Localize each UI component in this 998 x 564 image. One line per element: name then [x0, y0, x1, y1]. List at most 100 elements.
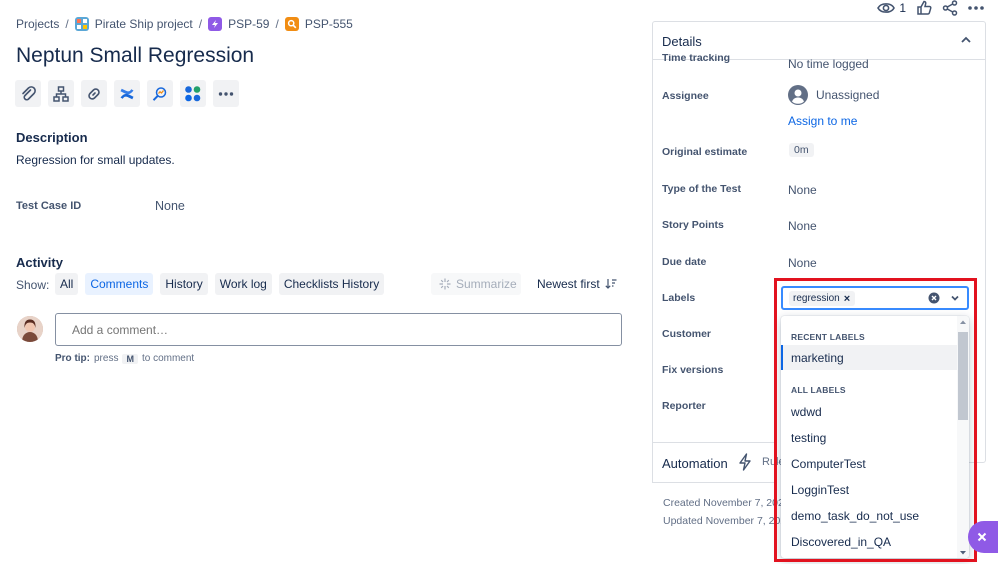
labels-select[interactable]: regression × — [781, 286, 969, 310]
assignee-value: Unassigned — [816, 88, 880, 102]
confluence-button[interactable] — [114, 80, 140, 107]
sort-order-button[interactable]: Newest first — [537, 277, 617, 291]
breadcrumb-project[interactable]: Pirate Ship project — [74, 17, 193, 31]
due-date-label: Due date — [662, 256, 707, 268]
story-points-value[interactable]: None — [788, 219, 817, 233]
breadcrumb-parent-issue[interactable]: PSP-59 — [208, 17, 269, 31]
updated-date: Updated November 7, 2023 — [663, 515, 792, 527]
due-date-value[interactable]: None — [788, 256, 817, 270]
pro-tip-suffix: to comment — [141, 353, 195, 364]
original-estimate-label: Original estimate — [662, 146, 748, 158]
breadcrumb-separator: / — [65, 17, 69, 31]
scroll-down-icon[interactable] — [959, 550, 967, 556]
type-of-test-value[interactable]: None — [788, 183, 817, 197]
test-issue-icon — [284, 17, 299, 31]
watch-button[interactable]: 1 — [877, 1, 906, 15]
assign-to-me-link[interactable]: Assign to me — [788, 114, 857, 128]
type-of-test-label: Type of the Test — [662, 183, 741, 195]
comment-input[interactable] — [55, 313, 622, 346]
dropdown-scrollbar[interactable] — [957, 316, 969, 558]
issue-title[interactable]: Neptun Small Regression — [16, 44, 254, 68]
reporter-label: Reporter — [662, 400, 706, 412]
label-option[interactable]: LogginTest — [781, 477, 957, 502]
filter-comments[interactable]: Comments — [85, 273, 154, 295]
filter-checklists-history[interactable]: Checklists History — [278, 273, 385, 295]
assignee-label: Assignee — [662, 90, 709, 102]
test-analysis-button[interactable] — [147, 80, 173, 107]
show-label: Show: — [16, 278, 50, 292]
summarize-label: Summarize — [456, 277, 517, 291]
recent-labels-heading: RECENT LABELS — [791, 332, 865, 342]
breadcrumb-project-label: Pirate Ship project — [94, 17, 193, 31]
breadcrumb-parent-label: PSP-59 — [228, 17, 270, 31]
ellipsis-icon — [218, 91, 234, 96]
story-points-label: Story Points — [662, 219, 724, 231]
label-option[interactable]: ComputerTest — [781, 451, 957, 476]
labels-label: Labels — [662, 292, 696, 304]
label-option[interactable]: marketing — [781, 345, 957, 370]
customer-label: Customer — [662, 328, 712, 340]
watch-count: 1 — [899, 1, 906, 15]
description-text[interactable]: Regression for small updates. — [16, 153, 175, 167]
sort-descending-icon — [605, 279, 617, 289]
hierarchy-icon — [53, 85, 69, 102]
thumbs-up-icon[interactable] — [916, 0, 932, 16]
sparkle-icon — [439, 278, 451, 290]
time-tracking-value[interactable]: No time logged — [788, 57, 869, 71]
floating-action-button[interactable] — [968, 521, 998, 553]
issue-actions-bar: 1 — [877, 0, 984, 16]
breadcrumb-projects[interactable]: Projects — [16, 17, 59, 31]
apps-button[interactable] — [180, 80, 206, 107]
label-option[interactable]: demo_task_do_not_use — [781, 503, 957, 528]
attach-button[interactable] — [15, 80, 41, 107]
breadcrumb: Projects / Pirate Ship project / PSP-59 … — [16, 16, 353, 32]
breadcrumb-current-issue[interactable]: PSP-555 — [284, 17, 353, 31]
confluence-icon — [120, 88, 134, 99]
issue-toolbar — [15, 80, 239, 107]
chevron-down-icon[interactable] — [949, 292, 961, 304]
label-chip-text: regression — [793, 293, 840, 304]
test-case-id-value[interactable]: None — [155, 199, 185, 213]
scrollbar-thumb[interactable] — [958, 332, 968, 420]
sort-order-label: Newest first — [537, 277, 600, 291]
filter-work-log[interactable]: Work log — [214, 273, 272, 295]
pro-tip-prefix: Pro tip: — [55, 353, 90, 364]
activity-filters: All Comments History Work log Checklists… — [55, 273, 385, 295]
labels-dropdown: RECENT LABELS marketing ALL LABELS wdwd … — [781, 316, 969, 558]
original-estimate-value[interactable]: 0m — [789, 143, 814, 157]
breadcrumb-separator: / — [198, 17, 203, 31]
chevron-up-icon[interactable] — [959, 33, 973, 47]
fix-versions-label: Fix versions — [662, 364, 724, 376]
filter-history[interactable]: History — [160, 273, 208, 295]
filter-all[interactable]: All — [55, 273, 79, 295]
user-avatar — [17, 316, 43, 342]
eye-icon — [877, 3, 896, 13]
scroll-up-icon[interactable] — [959, 319, 967, 325]
created-date: Created November 7, 2023 — [663, 497, 790, 509]
label-option[interactable]: wdwd — [781, 399, 957, 424]
create-child-button[interactable] — [48, 80, 74, 107]
close-icon — [977, 532, 987, 542]
breadcrumb-current-label: PSP-555 — [304, 17, 353, 31]
summarize-button[interactable]: Summarize — [431, 273, 521, 295]
project-avatar-icon — [74, 17, 89, 31]
remove-label-icon[interactable]: × — [844, 293, 850, 305]
more-actions-icon[interactable] — [968, 5, 984, 11]
link-icon — [88, 87, 100, 100]
default-avatar-icon — [788, 85, 808, 105]
time-tracking-label: Time tracking — [662, 54, 731, 64]
link-issue-button[interactable] — [81, 80, 107, 107]
label-option[interactable]: Discovered_in_QA — [781, 529, 957, 554]
keyboard-shortcut-m: M — [122, 353, 138, 364]
lightning-icon — [739, 453, 751, 471]
test-case-id-label: Test Case ID — [16, 200, 82, 212]
more-toolbar-button[interactable] — [213, 80, 239, 107]
breadcrumb-separator: / — [275, 17, 279, 31]
clear-icon[interactable] — [928, 292, 940, 304]
assignee-field[interactable]: Unassigned — [788, 85, 879, 105]
label-option[interactable]: testing — [781, 425, 957, 450]
share-icon[interactable] — [942, 0, 958, 16]
details-heading[interactable]: Details — [662, 34, 702, 49]
pro-tip: Pro tip: press M to comment — [55, 353, 194, 364]
paperclip-icon — [22, 85, 36, 101]
